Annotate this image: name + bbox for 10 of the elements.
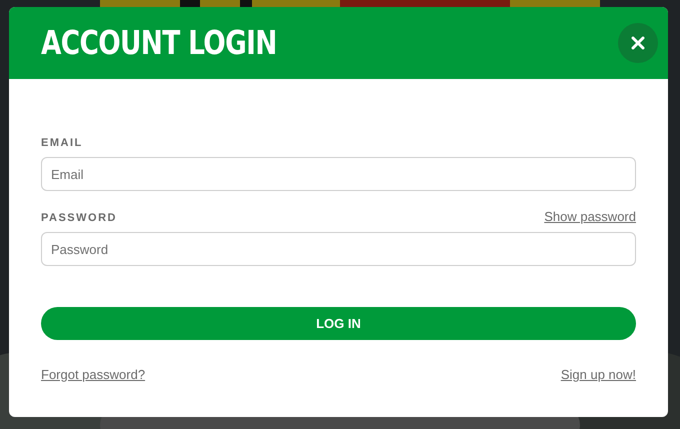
- show-password-link[interactable]: Show password: [544, 206, 636, 226]
- dialog-title: ACCOUNT LOGIN: [41, 22, 277, 64]
- close-button[interactable]: [618, 23, 658, 63]
- input-field[interactable]: Email: [41, 157, 636, 191]
- input-field[interactable]: Password: [41, 232, 636, 266]
- forgot-password-link[interactable]: Forgot password?: [41, 365, 146, 384]
- sign-up-link[interactable]: Sign up now!: [560, 365, 636, 384]
- field-label: EMAIL: [41, 136, 83, 150]
- login-button[interactable]: LOG IN: [41, 307, 636, 340]
- field-label: PASSWORD: [41, 210, 117, 226]
